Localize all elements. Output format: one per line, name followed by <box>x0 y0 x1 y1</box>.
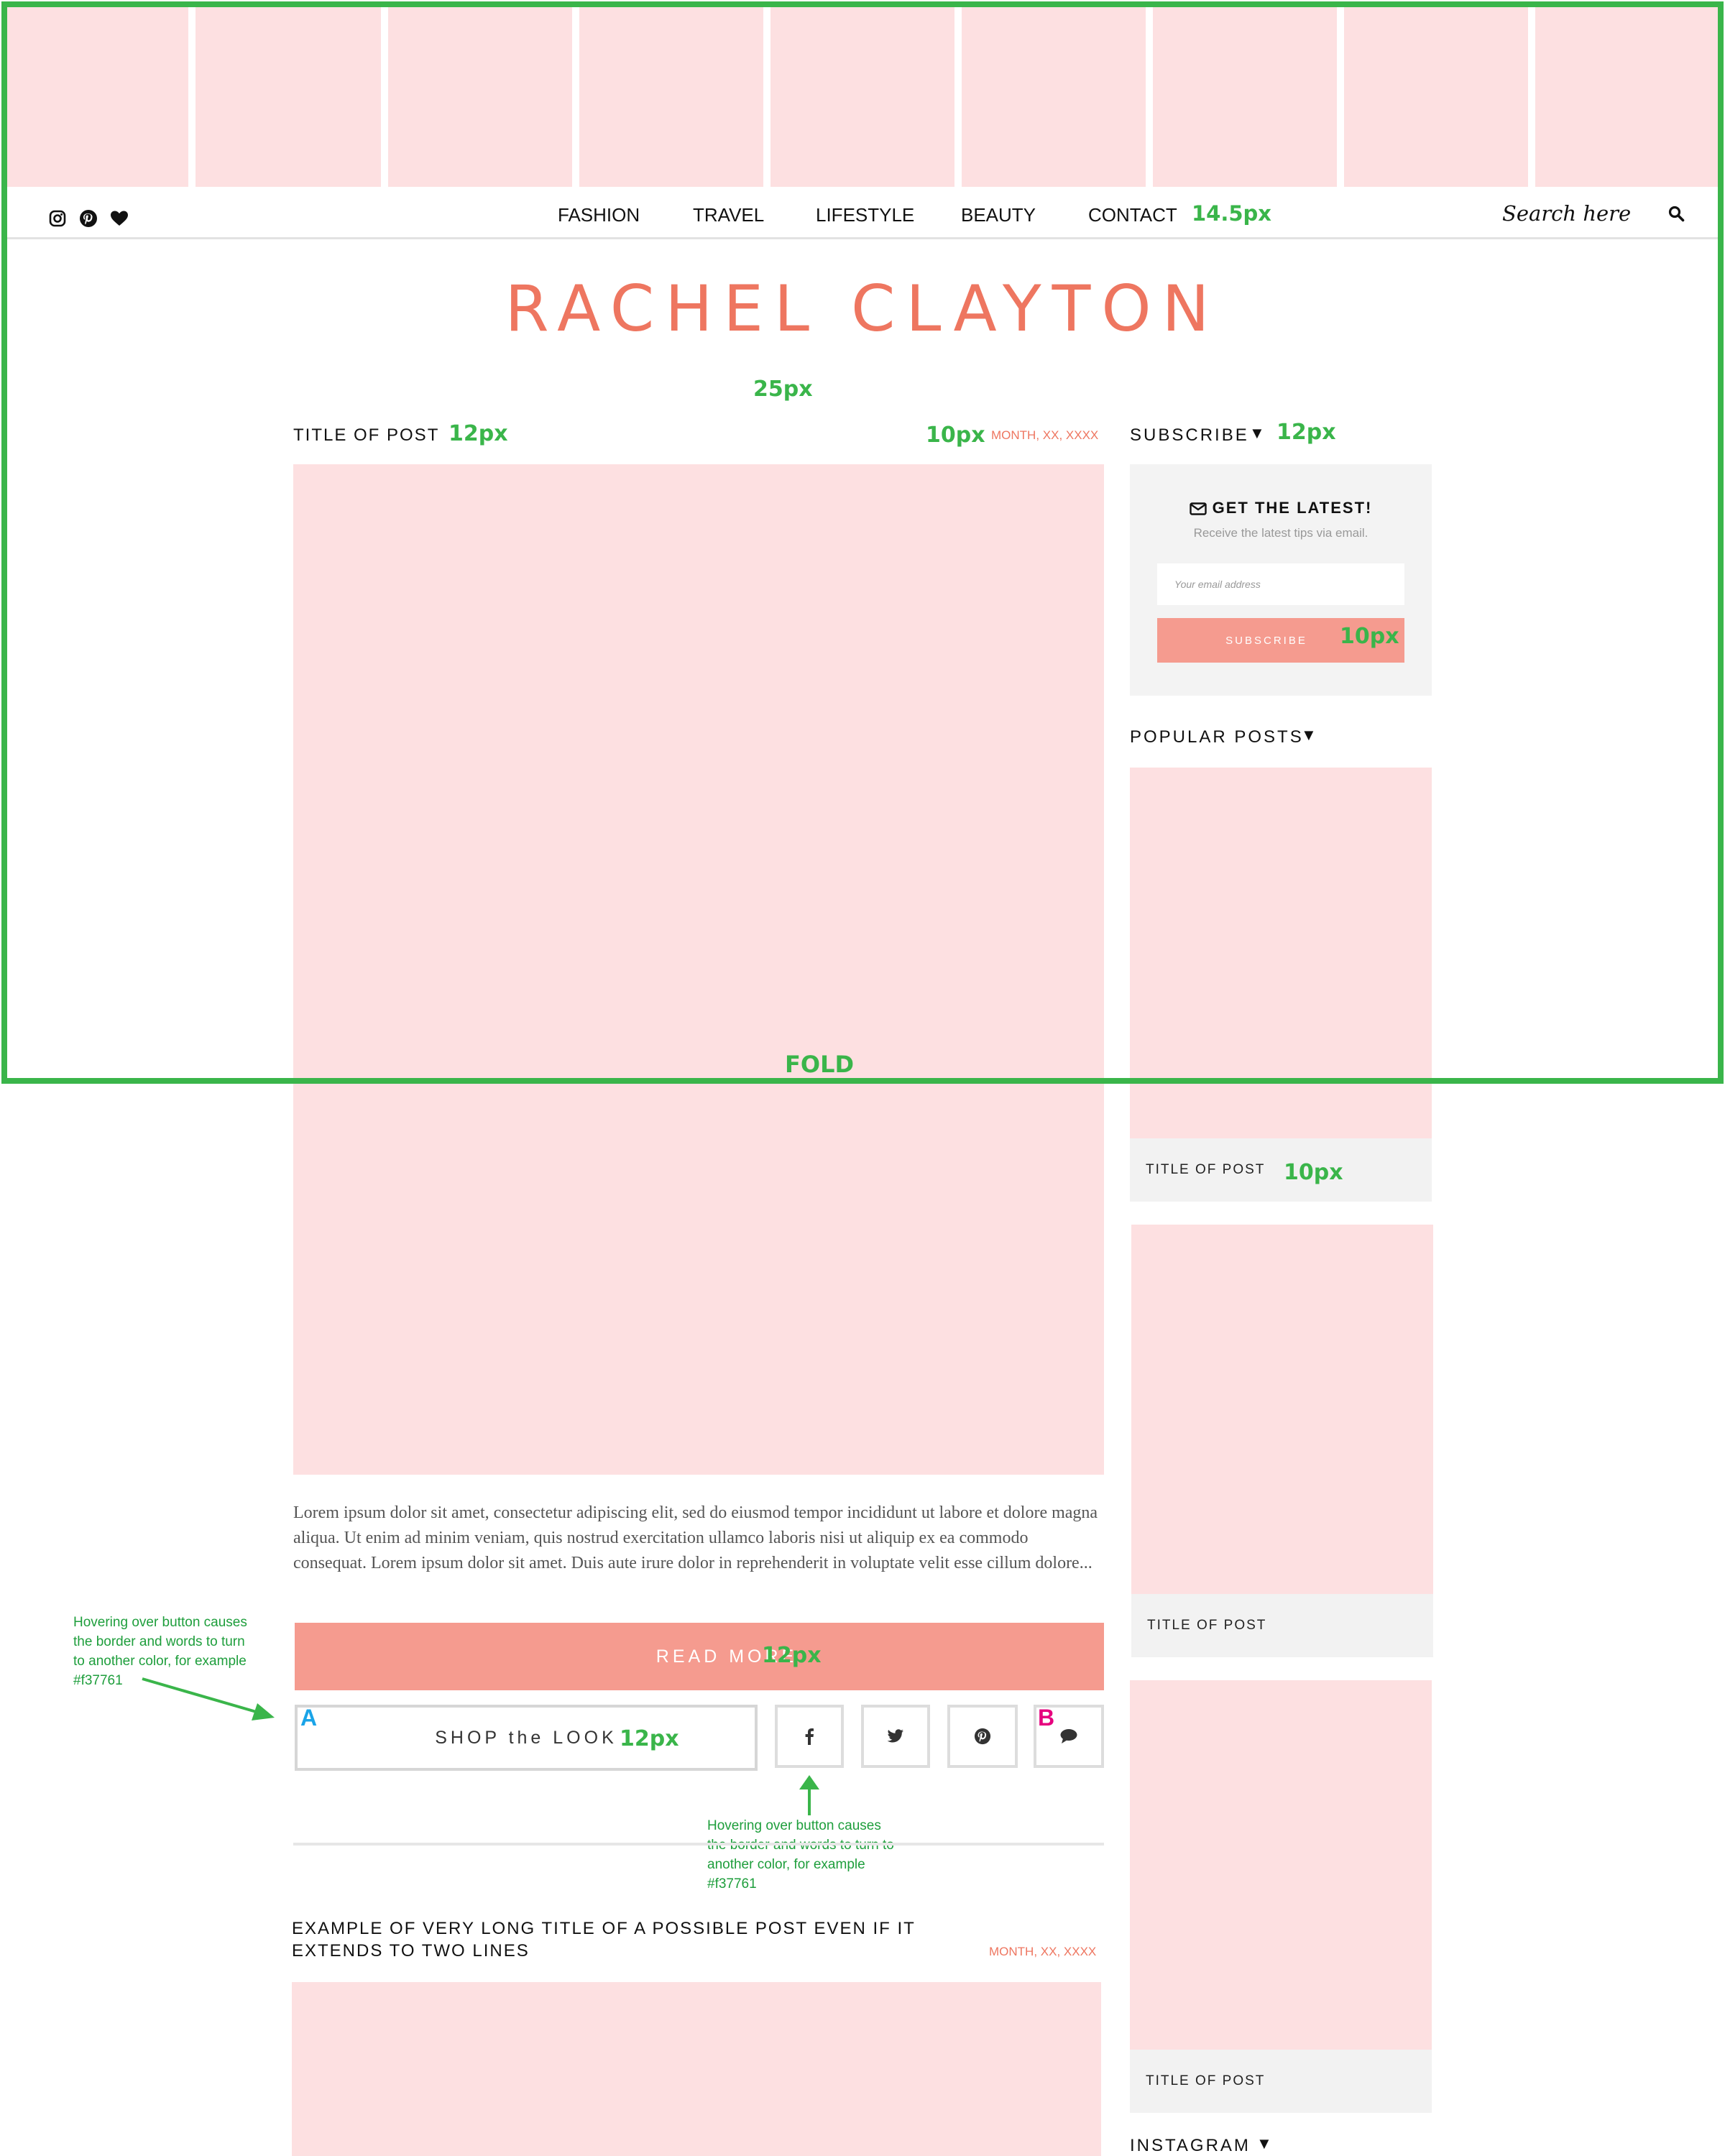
instagram-icon[interactable] <box>49 210 66 227</box>
strip-tile[interactable] <box>962 7 1146 187</box>
twitter-icon <box>887 1729 904 1743</box>
popular-posts-heading: POPULAR POSTS <box>1130 727 1304 747</box>
post-2-title-line-1: EXAMPLE OF VERY LONG TITLE OF A POSSIBLE… <box>292 1919 916 1938</box>
popular-post-image[interactable] <box>1130 1680 1432 2050</box>
annotation-arrow-up <box>799 1775 819 1815</box>
comment-icon <box>1059 1728 1078 1744</box>
caret-down-icon[interactable]: ▼ <box>1249 424 1265 443</box>
share-twitter-button[interactable] <box>861 1705 930 1768</box>
popular-post-title: TITLE OF POST <box>1146 1162 1266 1177</box>
strip-tile[interactable] <box>1344 7 1528 187</box>
popular-post-caption[interactable]: TITLE OF POST <box>1131 1594 1433 1657</box>
nav-item-lifestyle[interactable]: LIFESTYLE <box>816 204 914 226</box>
annotation-post-title-size: 12px <box>448 421 508 446</box>
strip-tile[interactable] <box>770 7 954 187</box>
email-field[interactable]: Your email address <box>1157 563 1404 605</box>
post-2-title-line-2: EXTENDS TO TWO LINES <box>292 1941 530 1961</box>
annotation-arrow-left <box>142 1677 275 1720</box>
annotation-nav-size: 14.5px <box>1192 201 1272 226</box>
post-date: MONTH, XX, XXXX <box>991 428 1099 442</box>
annotation-read-more-size: 12px <box>762 1643 822 1668</box>
annotation-popular-caption-size: 10px <box>1284 1160 1343 1185</box>
envelope-icon <box>1189 502 1207 515</box>
pinterest-icon[interactable] <box>79 209 98 228</box>
popular-post-caption[interactable]: TITLE OF POST <box>1130 1138 1432 1202</box>
subscribe-box-title-row: GET THE LATEST! <box>1130 499 1432 517</box>
popular-post-title: TITLE OF POST <box>1147 1618 1267 1633</box>
post-2-date: MONTH, XX, XXXX <box>989 1945 1097 1958</box>
popular-post-caption[interactable]: TITLE OF POST <box>1130 2050 1432 2113</box>
post-image[interactable] <box>293 464 1104 1475</box>
popular-post-image[interactable] <box>1130 768 1432 1138</box>
share-pinterest-button[interactable] <box>947 1705 1018 1768</box>
heart-icon[interactable] <box>110 210 129 227</box>
search-input[interactable]: Search here <box>1502 201 1631 226</box>
facebook-icon <box>804 1728 814 1745</box>
nav-divider <box>7 237 1718 239</box>
shop-the-look-button[interactable]: SHOP the LOOK <box>295 1705 758 1771</box>
annotation-label-a: A <box>300 1705 318 1731</box>
subscribe-box-subtitle: Receive the latest tips via email. <box>1193 526 1368 540</box>
caret-down-icon[interactable]: ▼ <box>1256 2134 1272 2153</box>
annotation-label-b: B <box>1038 1705 1055 1731</box>
shop-the-look-label: SHOP the LOOK <box>435 1727 617 1748</box>
read-more-button[interactable]: READ MORE <box>295 1623 1104 1690</box>
post-title[interactable]: TITLE OF POST <box>293 425 439 446</box>
annotation-hover-note-center: Hovering over button causes the border a… <box>707 1818 894 1892</box>
post-divider <box>293 1843 1104 1846</box>
strip-tile[interactable] <box>196 7 381 187</box>
post-2-image[interactable] <box>292 1982 1101 2156</box>
annotation-date-size: 10px <box>926 423 985 448</box>
post-excerpt: Lorem ipsum dolor sit amet, consectetur … <box>293 1503 1098 1572</box>
popular-post-title: TITLE OF POST <box>1146 2073 1266 2088</box>
nav-item-fashion[interactable]: FASHION <box>558 204 640 226</box>
nav-item-beauty[interactable]: BEAUTY <box>961 204 1036 226</box>
email-field-placeholder: Your email address <box>1174 579 1261 590</box>
subscribe-box-title: GET THE LATEST! <box>1212 499 1373 517</box>
nav-item-contact[interactable]: CONTACT <box>1088 204 1177 226</box>
strip-tile[interactable] <box>579 7 763 187</box>
nav-item-travel[interactable]: TRAVEL <box>693 204 764 226</box>
strip-tile[interactable] <box>1153 7 1337 187</box>
strip-tile[interactable] <box>388 7 572 187</box>
popular-post-image[interactable] <box>1131 1225 1433 1594</box>
annotation-subscribe-btn-size: 10px <box>1340 624 1399 649</box>
strip-tile[interactable] <box>7 7 188 187</box>
site-title[interactable]: RACHEL CLAYTON <box>0 272 1725 346</box>
subscribe-box: GET THE LATEST! Receive the latest tips … <box>1130 464 1432 696</box>
subscribe-heading: SUBSCRIBE <box>1130 425 1249 445</box>
strip-tile[interactable] <box>1535 7 1718 187</box>
post-2-title[interactable]: EXAMPLE OF VERY LONG TITLE OF A POSSIBLE… <box>292 1917 916 1962</box>
subscribe-button-label: SUBSCRIBE <box>1225 634 1307 647</box>
annotation-title-gap: 25px <box>753 377 813 402</box>
annotation-shop-size: 12px <box>620 1726 679 1751</box>
annotation-subscribe-size: 12px <box>1276 420 1336 445</box>
search-icon[interactable] <box>1668 205 1685 222</box>
caret-down-icon[interactable]: ▼ <box>1301 726 1317 745</box>
share-facebook-button[interactable] <box>775 1705 844 1768</box>
instagram-heading: INSTAGRAM <box>1130 2136 1251 2155</box>
pinterest-icon <box>974 1728 991 1745</box>
annotation-fold: FOLD <box>785 1051 855 1078</box>
